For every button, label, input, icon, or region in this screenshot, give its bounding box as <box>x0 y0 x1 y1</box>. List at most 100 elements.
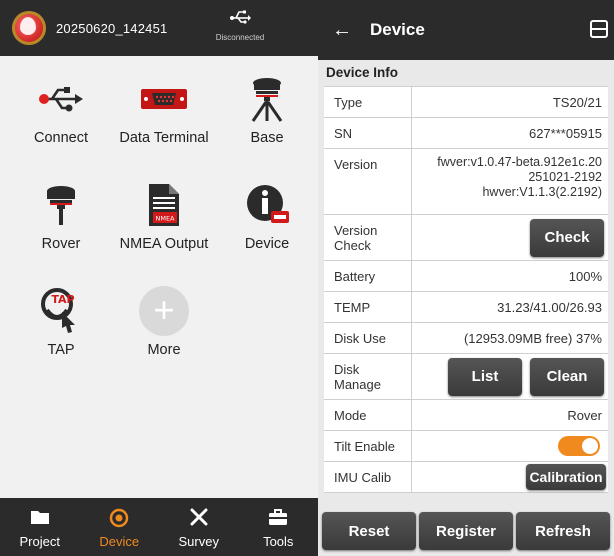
nav-label: Survey <box>178 534 219 549</box>
tile-base[interactable]: Base <box>214 56 320 162</box>
connection-status[interactable]: Disconnected <box>210 6 270 42</box>
row-value: Calibration <box>412 462 608 492</box>
row-imu-calib: IMU Calib Calibration <box>324 462 608 493</box>
row-disk-use: Disk Use (12953.09MB free) 37% <box>324 323 608 354</box>
nav-tools[interactable]: Tools <box>239 498 319 556</box>
device-panel: ← Device Device Info Type TS20/21 SN 627… <box>318 0 614 556</box>
row-key-line: Manage <box>334 376 381 392</box>
tile-label: More <box>147 342 181 358</box>
list-button[interactable]: List <box>448 357 522 396</box>
row-disk-manage: Disk Manage List Clean <box>324 354 608 400</box>
row-key: IMU Calib <box>324 462 412 492</box>
hardware-version: hwver:V1.1.3(2.2192) <box>482 185 602 199</box>
row-battery: Battery 100% <box>324 261 608 292</box>
action-bar: Reset Register Refresh <box>318 508 614 556</box>
app-logo <box>12 11 46 45</box>
folder-icon <box>30 508 50 526</box>
section-title: Device Info <box>326 65 399 80</box>
usb-icon <box>210 6 270 31</box>
row-key: Type <box>324 87 412 117</box>
row-key-line: Check <box>334 237 371 253</box>
tile-more[interactable]: + More <box>111 268 217 374</box>
base-station-icon <box>242 76 292 122</box>
target-icon <box>109 508 129 528</box>
row-type: Type TS20/21 <box>324 87 608 118</box>
tile-label: Data Terminal <box>119 130 209 146</box>
reset-button[interactable]: Reset <box>322 512 416 550</box>
svg-text:NMEA: NMEA <box>155 215 175 223</box>
row-key: Version Check <box>324 215 412 260</box>
tile-label: Device <box>244 236 290 252</box>
svg-text:TAP: TAP <box>51 293 74 306</box>
row-temp: TEMP 31.23/41.00/26.93 <box>324 292 608 323</box>
row-value: Rover <box>567 407 602 423</box>
tile-label: Base <box>250 130 284 146</box>
nav-label: Tools <box>263 534 294 549</box>
row-value: List Clean <box>412 354 608 399</box>
row-key: Battery <box>324 261 412 291</box>
usb-icon <box>36 76 86 122</box>
device-info-icon <box>242 182 292 228</box>
nav-survey[interactable]: Survey <box>159 498 239 556</box>
row-value <box>412 431 608 461</box>
home-header: 20250620_142451 Disconnected <box>0 0 318 56</box>
connection-status-label: Disconnected <box>215 33 265 42</box>
bottom-nav: Project Device Survey Tools <box>0 498 318 556</box>
nav-label: Project <box>19 534 60 549</box>
tile-label: NMEA Output <box>119 236 209 252</box>
device-header: ← Device <box>318 0 614 60</box>
project-name[interactable]: 20250620_142451 <box>56 21 167 36</box>
calibration-button[interactable]: Calibration <box>526 464 606 490</box>
nav-device[interactable]: Device <box>80 498 160 556</box>
tile-connect[interactable]: Connect <box>8 56 114 162</box>
row-value: 100% <box>568 268 602 284</box>
row-version-check: Version Check Check <box>324 215 608 261</box>
serial-port-icon <box>139 76 189 122</box>
tile-label: TAP <box>47 342 75 358</box>
row-key: Mode <box>324 400 412 430</box>
row-key: Disk Use <box>324 323 412 353</box>
toolbox-icon <box>268 508 288 526</box>
row-value: 31.23/41.00/26.93 <box>497 299 602 315</box>
nmea-file-icon: NMEA <box>139 182 189 228</box>
row-value: (12953.09MB free) 37% <box>463 330 602 346</box>
back-arrow-icon[interactable]: ← <box>332 19 352 42</box>
row-key-line: Disk <box>334 361 360 377</box>
rover-receiver-icon <box>36 182 86 228</box>
device-info-table: Type TS20/21 SN 627***05915 Version fwve… <box>324 86 608 493</box>
nav-project[interactable]: Project <box>0 498 80 556</box>
tilt-enable-toggle[interactable] <box>558 436 600 456</box>
row-key: Version <box>324 149 412 214</box>
row-tilt-enable: Tilt Enable <box>324 431 608 462</box>
tile-data-terminal[interactable]: Data Terminal <box>111 56 217 162</box>
row-value: TS20/21 <box>552 94 602 110</box>
page-title: Device <box>370 20 425 39</box>
firmware-build: 251021-2192 <box>528 170 602 184</box>
home-panel: 20250620_142451 Disconnected Connect Dat… <box>0 0 318 556</box>
row-key: TEMP <box>324 292 412 322</box>
row-mode: Mode Rover <box>324 400 608 431</box>
row-key: Disk Manage <box>324 354 412 399</box>
row-value: 627***05915 <box>528 125 602 141</box>
tile-device[interactable]: Device <box>214 162 320 268</box>
tile-tap[interactable]: TAP TAP <box>8 268 114 374</box>
row-version: Version fwver:v1.0.47-beta.912e1c.20 251… <box>324 149 608 215</box>
plus-icon: + <box>139 286 189 336</box>
clean-button[interactable]: Clean <box>530 357 604 396</box>
tile-label: Connect <box>33 130 88 146</box>
row-value: fwver:v1.0.47-beta.912e1c.20 251021-2192… <box>412 149 608 214</box>
firmware-version: fwver:v1.0.47-beta.912e1c.20 <box>437 155 602 169</box>
check-button[interactable]: Check <box>530 218 604 257</box>
row-key: Tilt Enable <box>324 431 412 461</box>
tap-icon: TAP <box>36 288 86 334</box>
row-key: SN <box>324 118 412 148</box>
fullscreen-icon[interactable] <box>590 20 608 38</box>
refresh-button[interactable]: Refresh <box>516 512 610 550</box>
row-key-line: Version <box>334 222 378 238</box>
row-value: Check <box>412 215 608 260</box>
tools-cross-icon <box>189 508 209 526</box>
tile-nmea-output[interactable]: NMEA NMEA Output <box>111 162 217 268</box>
row-sn: SN 627***05915 <box>324 118 608 149</box>
tile-rover[interactable]: Rover <box>8 162 114 268</box>
register-button[interactable]: Register <box>419 512 513 550</box>
